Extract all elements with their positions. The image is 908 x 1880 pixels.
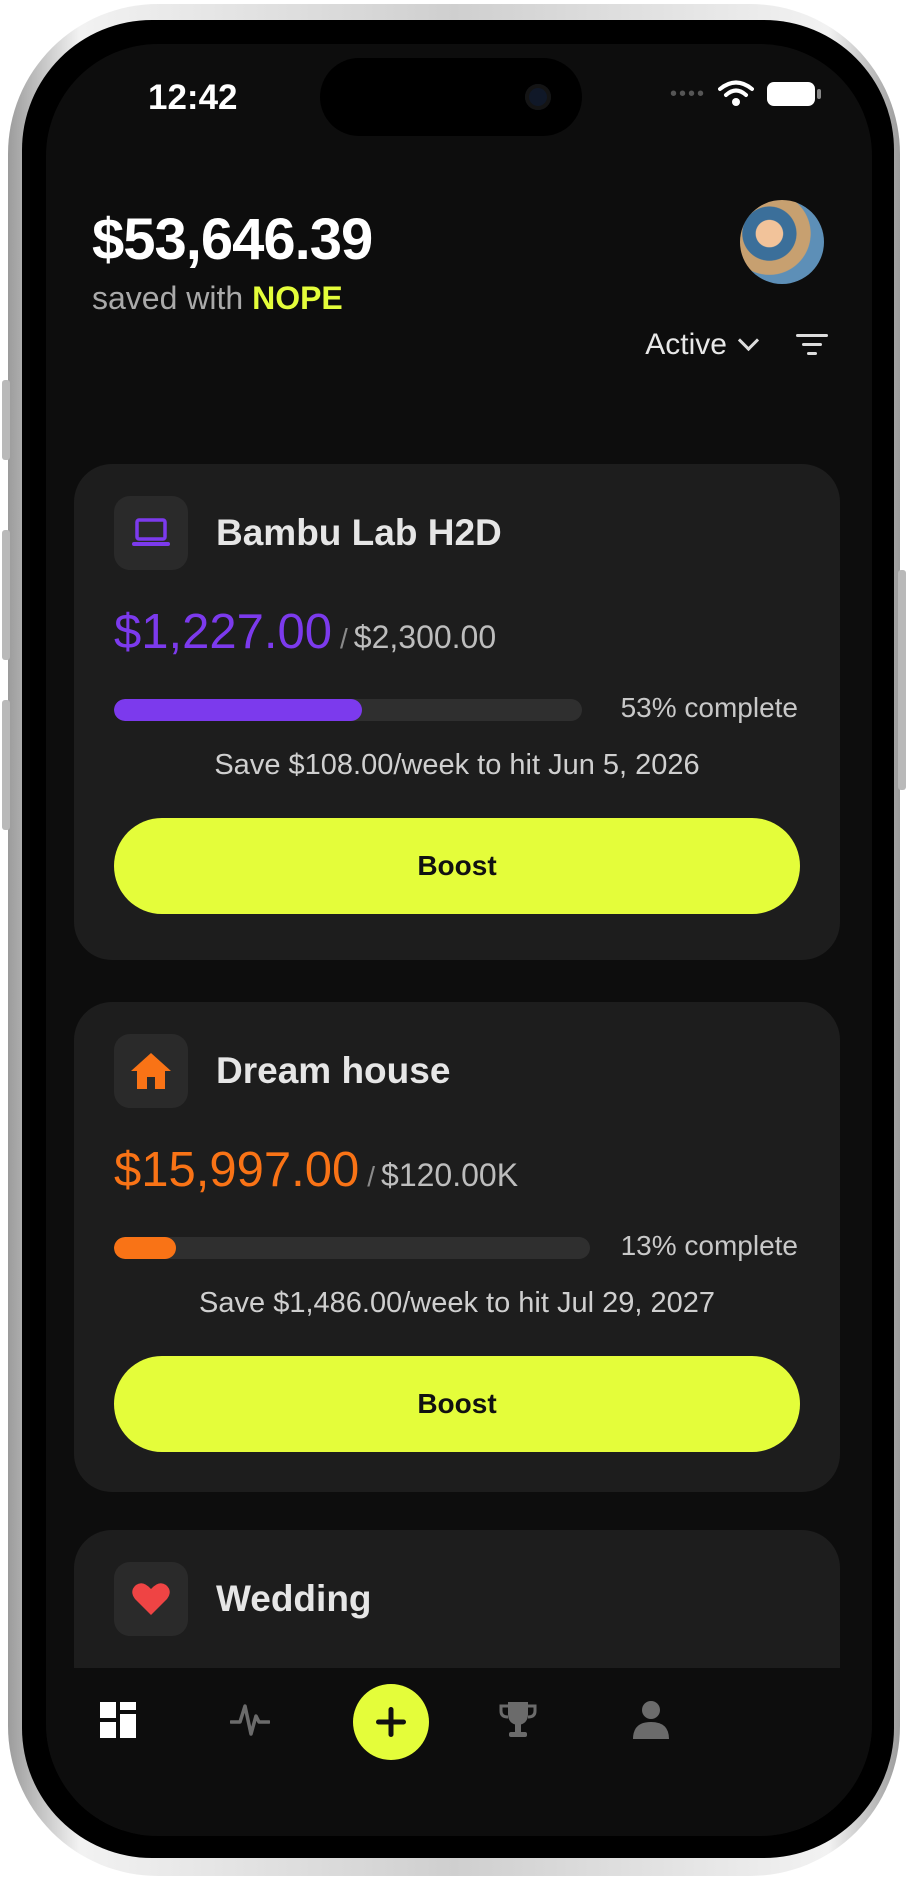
goal-card-bambu-lab[interactable]: Bambu Lab H2D $1,227.00 /$2,300.00 53% co… (74, 464, 840, 960)
goal-name: Wedding (216, 1578, 372, 1619)
goal-amounts: $15,997.00/$120.00K (114, 1142, 518, 1198)
trophy-icon[interactable] (498, 1700, 538, 1740)
heart-icon (132, 1583, 170, 1615)
dashboard-icon[interactable] (100, 1702, 136, 1738)
avatar[interactable] (740, 200, 824, 284)
signal-icon: •••• (669, 82, 706, 105)
laptop-icon (132, 518, 170, 546)
goal-progress-fill (114, 699, 363, 721)
goal-progress-fill (114, 1237, 176, 1259)
goal-name: Bambu Lab H2D (216, 512, 502, 553)
goal-progress-label: 13% complete (620, 1230, 798, 1261)
tab-bar (46, 1668, 872, 1836)
brand-name: NOPE (252, 280, 343, 316)
goal-name: Dream house (216, 1050, 451, 1091)
goal-weekly-plan: Save $1,486.00/week to hit Jul 29, 2027 (199, 1287, 715, 1319)
goal-saved-amount: $1,227.00 (114, 605, 332, 659)
status-filter-label: Active (645, 328, 727, 361)
power-button (898, 570, 906, 790)
goal-icon-container (114, 1034, 188, 1108)
profile-icon[interactable] (632, 1700, 670, 1740)
add-goal-button[interactable] (353, 1684, 429, 1760)
activity-icon[interactable] (230, 1702, 270, 1738)
total-saved-amount: $53,646.39 (92, 207, 373, 272)
add-icon (376, 1707, 406, 1737)
goal-target-amount: $2,300.00 (353, 619, 497, 655)
amount-separator: / (367, 1161, 376, 1192)
app-screen: 12:42 •••• $53,646.39 saved with NOPE Ac… (46, 44, 872, 1836)
status-filter-dropdown[interactable]: Active (645, 328, 760, 362)
filter-row: Active (645, 328, 828, 362)
boost-button[interactable]: Boost (114, 1356, 800, 1452)
goal-icon-container (114, 1562, 188, 1636)
goal-progress-bar (114, 1237, 590, 1259)
goal-icon-container (114, 496, 188, 570)
goal-card-dream-house[interactable]: Dream house $15,997.00/$120.00K 13% comp… (74, 1002, 840, 1492)
goal-saved-amount: $15,997.00 (114, 1143, 360, 1197)
boost-button[interactable]: Boost (114, 818, 800, 914)
wifi-icon (718, 80, 754, 106)
goal-progress-bar (114, 699, 582, 721)
saved-with-label: saved with NOPE (92, 280, 343, 317)
chevron-down-icon (737, 329, 760, 352)
goal-target-amount: $120.00K (381, 1157, 519, 1193)
battery-icon (767, 82, 821, 106)
house-icon (131, 1053, 171, 1089)
volume-down-button (2, 700, 10, 830)
goal-weekly-plan: Save $108.00/week to hit Jun 5, 2026 (214, 749, 700, 781)
status-time: 12:42 (148, 78, 238, 117)
action-button (2, 380, 10, 460)
saved-with-prefix: saved with (92, 280, 253, 316)
volume-up-button (2, 530, 10, 660)
amount-separator: / (340, 623, 348, 654)
dynamic-island (320, 58, 582, 136)
status-icons: •••• (670, 80, 822, 108)
camera-icon (525, 84, 551, 110)
goal-amounts: $1,227.00 /$2,300.00 (114, 604, 496, 660)
filter-icon[interactable] (796, 332, 828, 358)
goal-progress-label: 53% complete (620, 692, 798, 723)
